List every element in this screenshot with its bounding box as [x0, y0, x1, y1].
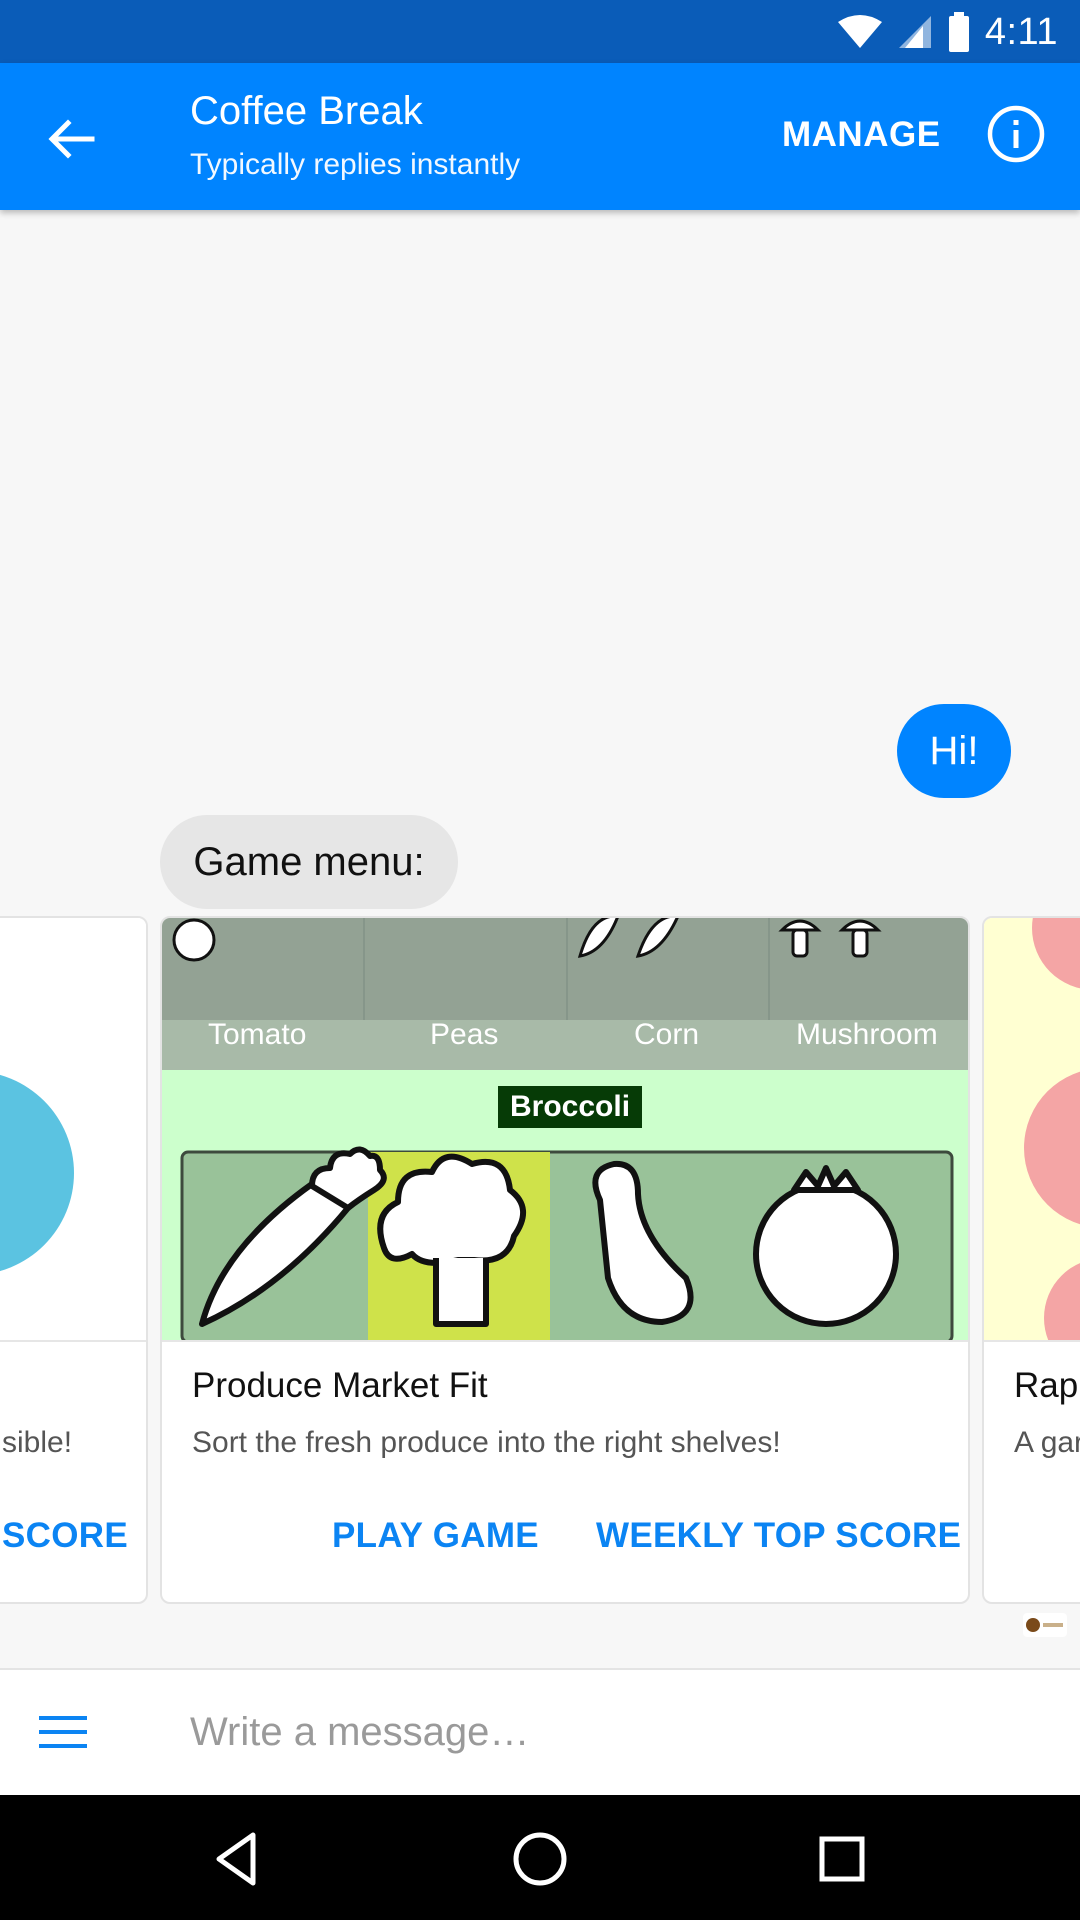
play-game-button[interactable]: PLAY GAME [332, 1516, 539, 1556]
info-icon[interactable] [985, 103, 1047, 165]
target-item-label: Broccoli [498, 1086, 643, 1128]
card-divider [984, 1340, 1080, 1342]
back-arrow-icon[interactable] [40, 107, 104, 171]
menu-icon[interactable] [37, 1710, 89, 1754]
bot-avatar-icon [1023, 1613, 1067, 1637]
battery-icon [948, 12, 969, 52]
cell-signal-icon [898, 16, 931, 48]
card-divider [0, 1340, 146, 1342]
card-title: Produce Market Fit [192, 1366, 488, 1405]
card-subtitle: A gar [1014, 1426, 1080, 1459]
game-preview-image: Tomato Peas Corn Mushroom Broccoli [162, 918, 968, 1340]
status-bar: 4:11 [0, 0, 1080, 63]
shelf-label: Corn [634, 1018, 700, 1051]
tomato-icon [172, 918, 216, 962]
clock: 4:11 [984, 10, 1058, 53]
card-title: Rap [1014, 1366, 1079, 1405]
outgoing-message[interactable]: Hi! [897, 704, 1011, 798]
incoming-message[interactable]: Game menu: [160, 815, 458, 909]
message-input[interactable]: Write a message… [190, 1710, 529, 1755]
conversation-subtitle: Typically replies instantly [190, 148, 521, 181]
card-image [984, 918, 1080, 1340]
manage-button[interactable]: MANAGE [782, 115, 941, 155]
recents-nav-icon[interactable] [810, 1827, 874, 1891]
shelf-label: Tomato [208, 1018, 307, 1051]
card-subtitle: Sort the fresh produce into the right sh… [192, 1426, 781, 1459]
conversation-title: Coffee Break [190, 89, 423, 133]
status-icons: 4:11 [837, 8, 1058, 56]
navigation-bar [0, 1795, 1080, 1920]
wifi-icon [837, 15, 882, 48]
shelf-label: Peas [430, 1018, 499, 1051]
app-bar: Coffee Break Typically replies instantly… [0, 63, 1080, 210]
weekly-top-score-button[interactable]: WEEKLY TOP SCORE [596, 1516, 961, 1556]
carousel-card-next[interactable]: Rap A gar [982, 916, 1080, 1604]
weekly-top-score-button[interactable]: SCORE [2, 1516, 128, 1556]
home-nav-icon[interactable] [508, 1827, 572, 1891]
message-composer: Write a message… [0, 1668, 1080, 1797]
card-subtitle: sible! [2, 1426, 73, 1459]
card-artwork [984, 918, 1080, 1340]
shelf-label: Mushroom [796, 1018, 938, 1051]
carousel-card-produce-market-fit[interactable]: Tomato Peas Corn Mushroom Broccoli Produ… [160, 916, 970, 1604]
chat-thread[interactable]: Hi! Game menu: sible! SCORE Tomato Peas … [0, 210, 1080, 1668]
carousel-card-previous[interactable]: sible! SCORE [0, 916, 148, 1604]
back-nav-icon[interactable] [205, 1827, 269, 1891]
card-image [0, 918, 146, 1340]
game-preview-art [162, 918, 968, 1340]
card-artwork [0, 918, 146, 1340]
card-divider [162, 1340, 968, 1342]
